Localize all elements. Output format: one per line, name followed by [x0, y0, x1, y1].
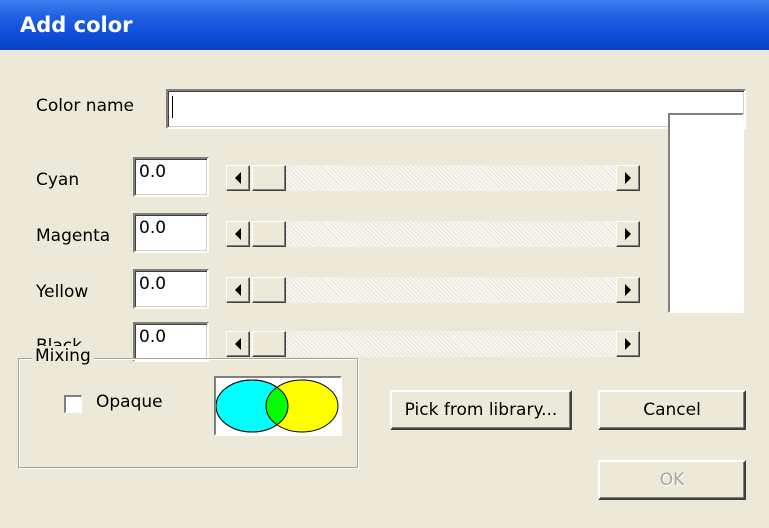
- mixing-venn-graphic: [215, 379, 339, 433]
- mixing-group-label: Mixing: [32, 346, 94, 366]
- window-title: Add color: [20, 13, 133, 37]
- magenta-scroll-left-button[interactable]: [226, 221, 250, 247]
- yellow-slider-track[interactable]: [226, 277, 640, 303]
- yellow-label: Yellow: [36, 282, 89, 302]
- cyan-scroll-left-button[interactable]: [226, 165, 250, 191]
- color-name-input[interactable]: [166, 89, 746, 129]
- black-slider-track[interactable]: [226, 331, 640, 357]
- color-name-label: Color name: [36, 96, 134, 116]
- arrow-right-icon: [625, 228, 631, 240]
- arrow-left-icon: [235, 284, 241, 296]
- title-bar[interactable]: Add color: [0, 0, 769, 50]
- cyan-label: Cyan: [36, 170, 80, 190]
- magenta-slider-track[interactable]: [226, 221, 640, 247]
- arrow-left-icon: [235, 172, 241, 184]
- opaque-checkbox[interactable]: [64, 395, 82, 413]
- arrow-left-icon: [235, 338, 241, 350]
- cyan-slider-track[interactable]: [226, 165, 640, 191]
- opaque-label[interactable]: Opaque: [96, 392, 163, 412]
- cyan-value-input[interactable]: 0.0: [133, 157, 209, 197]
- magenta-slider-thumb[interactable]: [252, 221, 286, 247]
- black-scroll-right-button[interactable]: [616, 331, 640, 357]
- mixing-preview: [214, 376, 342, 436]
- black-slider-thumb[interactable]: [252, 331, 286, 357]
- magenta-scroll-right-button[interactable]: [616, 221, 640, 247]
- color-preview-swatch: [668, 113, 744, 313]
- arrow-left-icon: [235, 228, 241, 240]
- cyan-slider-thumb[interactable]: [252, 165, 286, 191]
- pick-from-library-button[interactable]: Pick from library...: [390, 390, 572, 430]
- cyan-scroll-right-button[interactable]: [616, 165, 640, 191]
- ok-button[interactable]: OK: [598, 460, 746, 500]
- arrow-right-icon: [625, 338, 631, 350]
- arrow-right-icon: [625, 284, 631, 296]
- text-caret: [172, 96, 173, 118]
- magenta-value-input[interactable]: 0.0: [133, 213, 209, 253]
- yellow-slider-thumb[interactable]: [252, 277, 286, 303]
- yellow-value-input[interactable]: 0.0: [133, 269, 209, 309]
- arrow-right-icon: [625, 172, 631, 184]
- cancel-button[interactable]: Cancel: [598, 390, 746, 430]
- yellow-scroll-left-button[interactable]: [226, 277, 250, 303]
- yellow-scroll-right-button[interactable]: [616, 277, 640, 303]
- black-value-input[interactable]: 0.0: [133, 322, 209, 362]
- black-scroll-left-button[interactable]: [226, 331, 250, 357]
- magenta-label: Magenta: [36, 226, 111, 246]
